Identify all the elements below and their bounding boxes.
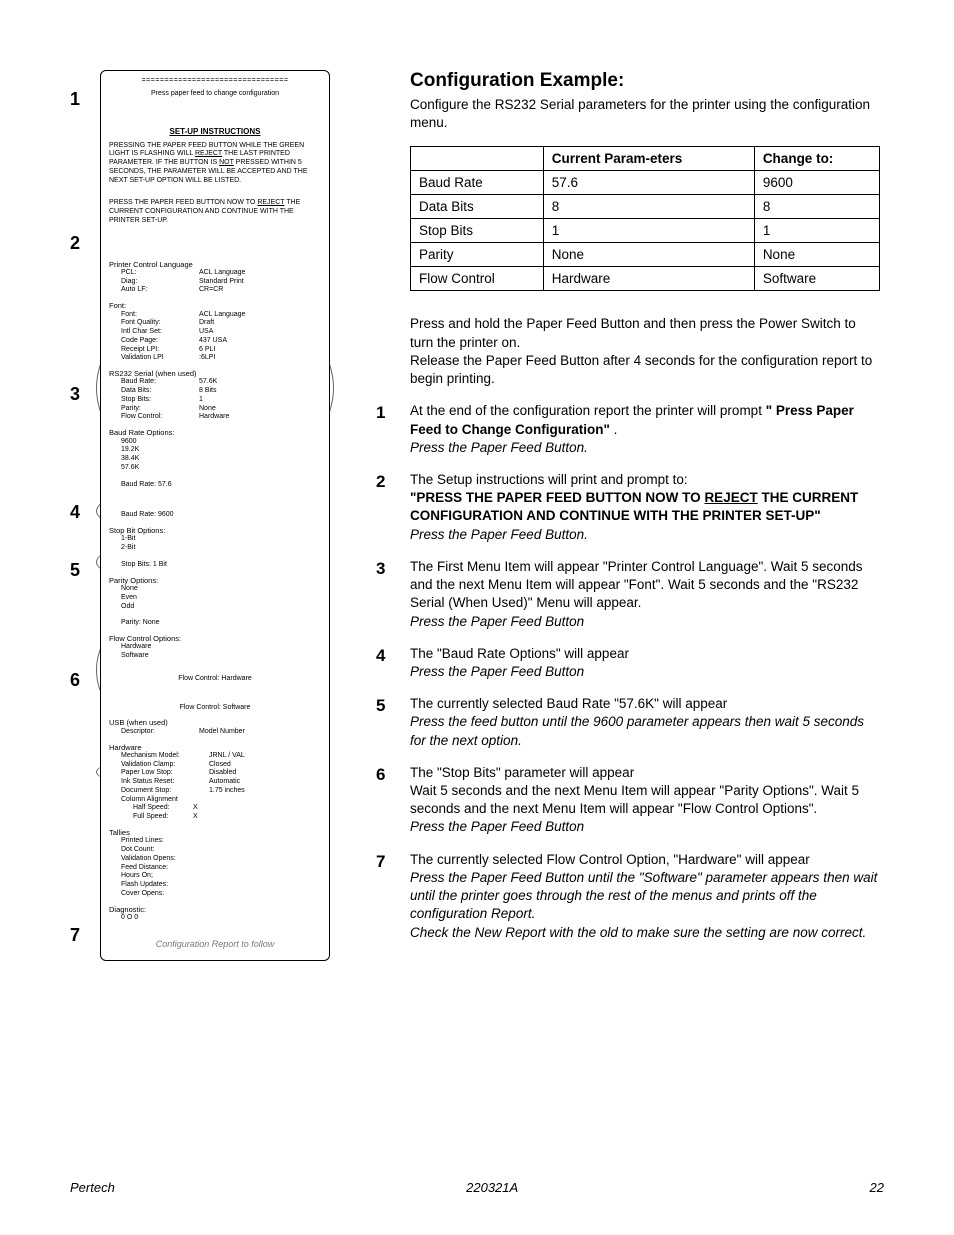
instructions-column: Configuration Example: Configure the RS2… — [410, 70, 880, 961]
step-num-3: 3 — [376, 558, 385, 581]
diag-header: Diagnostic: — [109, 905, 321, 914]
step-6: 6 The "Stop Bits" parameter will appear … — [410, 764, 880, 837]
pcl-header: Printer Control Language — [109, 260, 321, 269]
usb-header: USB (when used) — [109, 718, 321, 727]
pre-step-1: Press and hold the Paper Feed Button and… — [410, 315, 880, 351]
flow-hw: Flow Control: Hardware — [109, 675, 321, 684]
footer-right: 22 — [870, 1180, 884, 1195]
step-7: 7 The currently selected Flow Control Op… — [410, 851, 880, 942]
table-row: ParityNoneNone — [411, 243, 880, 267]
stop-line: Stop Bits: 1 Bit — [109, 561, 321, 570]
footer-left: Pertech — [70, 1180, 115, 1195]
flow-sw: Flow Control: Software — [109, 704, 321, 713]
step-num-1: 1 — [376, 402, 385, 425]
callout-7: 7 — [70, 925, 80, 946]
font-header: Font: — [109, 301, 321, 310]
baud-9600: Baud Rate: 9600 — [109, 511, 321, 520]
step-num-5: 5 — [376, 695, 385, 718]
callout-1: 1 — [70, 89, 80, 110]
flow-opt-header: Flow Control Options: — [109, 634, 321, 643]
receipt-footer: Configuration Report to follow — [109, 939, 321, 950]
step-3: 3 The First Menu Item will appear "Print… — [410, 558, 880, 631]
step-4: 4 The "Baud Rate Options" will appear Pr… — [410, 645, 880, 681]
reject-body: PRESS THE PAPER FEED BUTTON NOW TO REJEC… — [109, 199, 321, 225]
parity-line: Parity: None — [109, 619, 321, 628]
parity-opt-header: Parity Options: — [109, 576, 321, 585]
callout-3: 3 — [70, 384, 80, 405]
hw-header: Hardware — [109, 743, 321, 752]
step-2: 2 The Setup instructions will print and … — [410, 471, 880, 544]
table-header-change: Change to: — [754, 147, 879, 171]
tallies-header: Tallies — [109, 828, 321, 837]
table-row: Stop Bits11 — [411, 219, 880, 243]
receipt-divider: ================================ — [109, 77, 321, 86]
stop-opt-header: Stop Bit Options: — [109, 526, 321, 535]
setup-title: SET-UP INSTRUCTIONS — [109, 127, 321, 137]
step-num-7: 7 — [376, 851, 385, 874]
receipt-diagram: 1 2 3 4 5 6 7 ==========================… — [70, 70, 370, 961]
setup-body: PRESSING THE PAPER FEED BUTTON WHILE THE… — [109, 142, 321, 186]
callout-6: 6 — [70, 670, 80, 691]
table-row: Data Bits88 — [411, 195, 880, 219]
receipt-prompt-change: Press paper feed to change configuration — [109, 90, 321, 99]
callout-2: 2 — [70, 233, 80, 254]
page-heading: Configuration Example: — [410, 70, 880, 92]
callout-5: 5 — [70, 560, 80, 581]
diag-line: 0 O 0 — [109, 914, 321, 923]
step-num-2: 2 — [376, 471, 385, 494]
table-header-row: Current Param-eters Change to: — [411, 147, 880, 171]
receipt: ================================ Press p… — [100, 70, 330, 961]
step-num-6: 6 — [376, 764, 385, 787]
table-row: Baud Rate57.69600 — [411, 171, 880, 195]
table-row: Flow ControlHardwareSoftware — [411, 267, 880, 291]
pre-step-2: Release the Paper Feed Button after 4 se… — [410, 352, 880, 388]
step-num-4: 4 — [376, 645, 385, 668]
col-header: Column Alignment — [109, 796, 321, 805]
params-table: Current Param-eters Change to: Baud Rate… — [410, 146, 880, 291]
table-header-blank — [411, 147, 544, 171]
step-1: 1 At the end of the configuration report… — [410, 402, 880, 457]
intro-text: Configure the RS232 Serial parameters fo… — [410, 96, 880, 132]
baud-opt-header: Baud Rate Options: — [109, 428, 321, 437]
callout-4: 4 — [70, 502, 80, 523]
step-5: 5 The currently selected Baud Rate "57.6… — [410, 695, 880, 750]
rs232-header: RS232 Serial (when used) — [109, 369, 321, 378]
table-header-current: Current Param-eters — [543, 147, 754, 171]
footer-center: 220321A — [466, 1180, 518, 1195]
baud-576: Baud Rate: 57.6 — [109, 481, 321, 490]
page-footer: Pertech 220321A 22 — [70, 1180, 884, 1195]
